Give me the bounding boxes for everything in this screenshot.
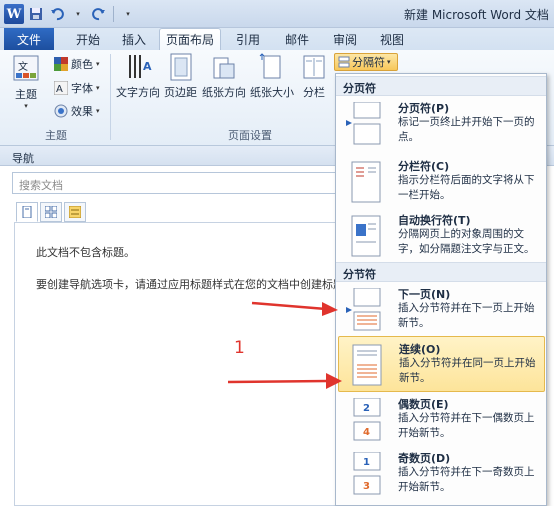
- annotation-arrow-continuous: [227, 373, 342, 389]
- annotation-overlay: [227, 301, 342, 389]
- annotation-number: 1: [234, 338, 245, 358]
- annotation-arrow-next-page: [251, 301, 338, 316]
